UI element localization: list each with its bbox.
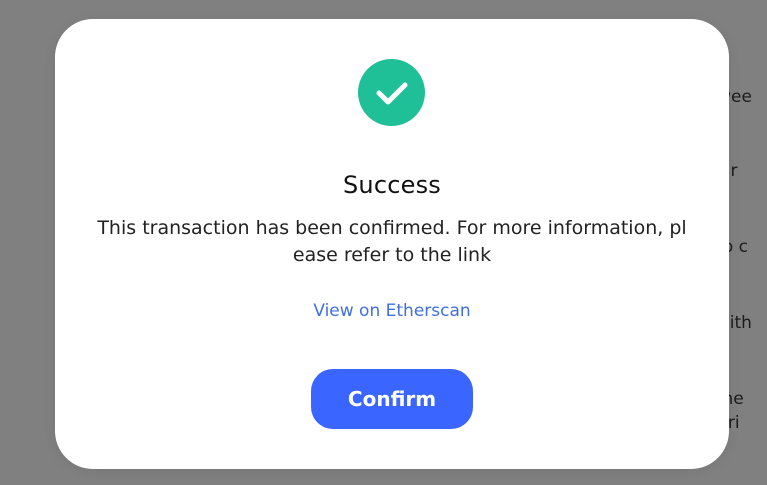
confirm-button[interactable]: Confirm	[311, 369, 473, 429]
modal-message: This transaction has been confirmed. For…	[97, 217, 687, 266]
check-icon	[358, 59, 425, 126]
modal-title: Success	[342, 171, 441, 199]
success-modal: Success This transaction has been confir…	[55, 19, 729, 469]
view-on-etherscan-link[interactable]: View on Etherscan	[55, 300, 729, 322]
